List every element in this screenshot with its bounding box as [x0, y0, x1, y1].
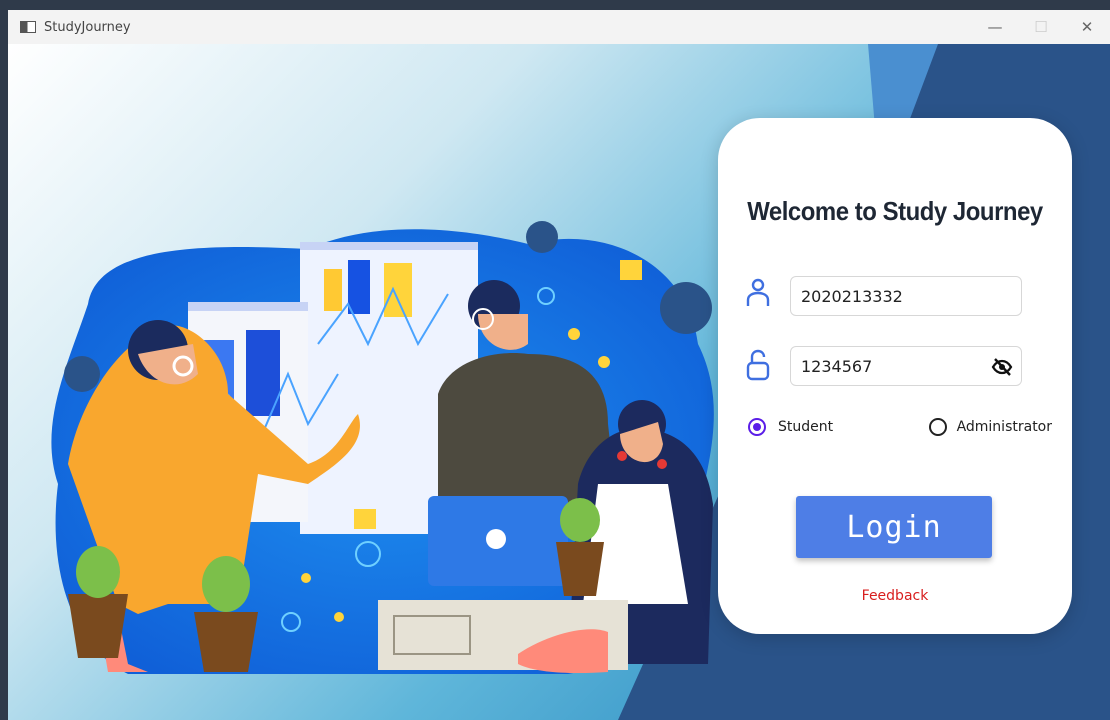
window-controls: — ☐ ✕: [972, 10, 1110, 44]
administrator-radio[interactable]: [928, 418, 947, 436]
password-value: 1234567: [801, 356, 873, 376]
student-label[interactable]: Student: [778, 419, 833, 435]
minimize-button[interactable]: —: [972, 10, 1018, 44]
app-window: StudyJourney — ☐ ✕ Welcome to Study Jour…: [8, 10, 1110, 720]
login-button[interactable]: Login: [796, 496, 992, 558]
title-bar: StudyJourney — ☐ ✕: [8, 10, 1110, 44]
student-radio[interactable]: [748, 418, 766, 436]
user-icon: [746, 278, 770, 306]
app-icon: [20, 21, 36, 33]
role-selector: Student Administrator: [748, 418, 1052, 436]
administrator-label[interactable]: Administrator: [957, 419, 1052, 435]
close-button[interactable]: ✕: [1064, 10, 1110, 44]
window-title: StudyJourney: [44, 19, 131, 35]
username-field[interactable]: 2020213332: [790, 276, 1022, 316]
unlock-icon: [746, 349, 770, 381]
login-heading: Welcome to Study Journey: [747, 196, 1043, 226]
feedback-link[interactable]: Feedback: [718, 588, 1072, 604]
maximize-button[interactable]: ☐: [1018, 10, 1064, 44]
main-content: Welcome to Study Journey 2020213332 1234…: [8, 44, 1110, 720]
login-card: Welcome to Study Journey 2020213332 1234…: [718, 118, 1072, 634]
password-field[interactable]: 1234567: [790, 346, 1022, 386]
eye-off-icon[interactable]: [991, 356, 1013, 378]
username-value: 2020213332: [801, 286, 903, 306]
